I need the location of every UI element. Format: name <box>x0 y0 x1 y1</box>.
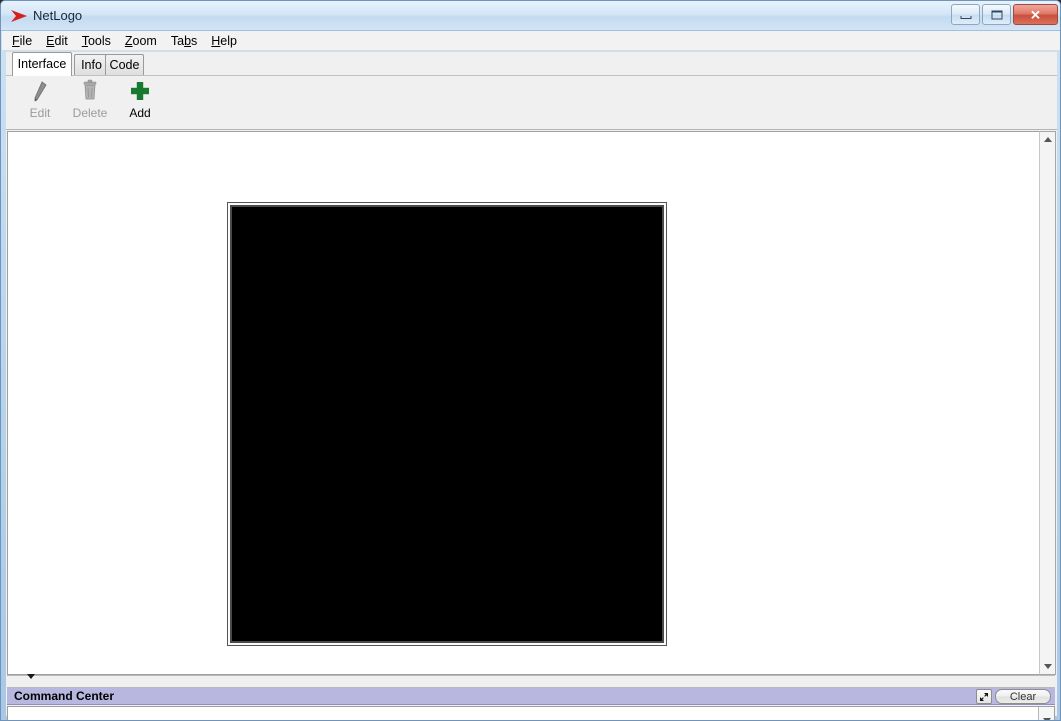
maximize-button[interactable] <box>982 4 1011 25</box>
edit-button[interactable]: Edit <box>14 79 66 127</box>
menu-zoom[interactable]: Zoom <box>125 34 157 48</box>
menu-tabs[interactable]: Tabs <box>171 34 197 48</box>
command-center-title: Command Center <box>14 689 115 703</box>
delete-button-label: Delete <box>72 106 108 120</box>
tab-strip: Interface Info Code <box>6 52 1057 76</box>
close-icon: ✕ <box>1030 7 1041 22</box>
tab-info[interactable]: Info <box>74 54 109 76</box>
title-bar: NetLogo ✕ <box>1 1 1060 31</box>
command-center-header: Command Center Clear <box>7 688 1055 705</box>
interface-canvas[interactable] <box>7 131 1055 675</box>
tab-interface[interactable]: Interface <box>12 52 72 76</box>
minimize-icon <box>960 16 971 20</box>
trash-icon <box>83 79 97 100</box>
add-button-label: Add <box>129 106 151 120</box>
scroll-up-icon[interactable] <box>1040 132 1055 147</box>
command-center-splitter[interactable] <box>7 674 1055 698</box>
interface-toolbar: Edit Delete Add <box>6 75 1057 206</box>
menu-tools[interactable]: Tools <box>82 34 111 48</box>
app-pane: Interface Info Code Edit Delete Add Comm… <box>6 52 1057 720</box>
window-title: NetLogo <box>33 8 83 23</box>
netlogo-arrow-icon <box>11 10 27 22</box>
window-controls: ✕ <box>951 4 1058 25</box>
tab-code[interactable]: Code <box>105 54 144 76</box>
expand-arrows-glyph <box>980 692 988 701</box>
clear-button[interactable]: Clear <box>995 689 1051 704</box>
menu-edit[interactable]: Edit <box>46 34 68 48</box>
close-button[interactable]: ✕ <box>1013 4 1058 25</box>
interface-vertical-scrollbar[interactable] <box>1039 131 1056 675</box>
command-center: Command Center Clear observer> <box>7 688 1055 720</box>
pencil-icon <box>34 81 47 102</box>
netlogo-window: NetLogo ✕ File Edit Tools Zoom Tabs Help… <box>0 0 1061 721</box>
maximize-icon <box>991 10 1002 19</box>
delete-button[interactable]: Delete <box>64 79 116 127</box>
world-view[interactable] <box>227 202 667 646</box>
command-center-output[interactable] <box>7 706 1055 720</box>
edit-button-label: Edit <box>29 106 51 120</box>
command-center-output-scrollbar[interactable] <box>1038 707 1054 720</box>
minimize-button[interactable] <box>951 4 980 25</box>
menu-bar: File Edit Tools Zoom Tabs Help <box>2 31 1060 51</box>
menu-help[interactable]: Help <box>211 34 237 48</box>
plus-icon <box>131 82 149 100</box>
add-button[interactable]: Add <box>114 79 166 127</box>
menu-file[interactable]: File <box>12 34 32 48</box>
expand-icon[interactable] <box>976 689 992 704</box>
scroll-down-icon[interactable] <box>1040 659 1055 674</box>
